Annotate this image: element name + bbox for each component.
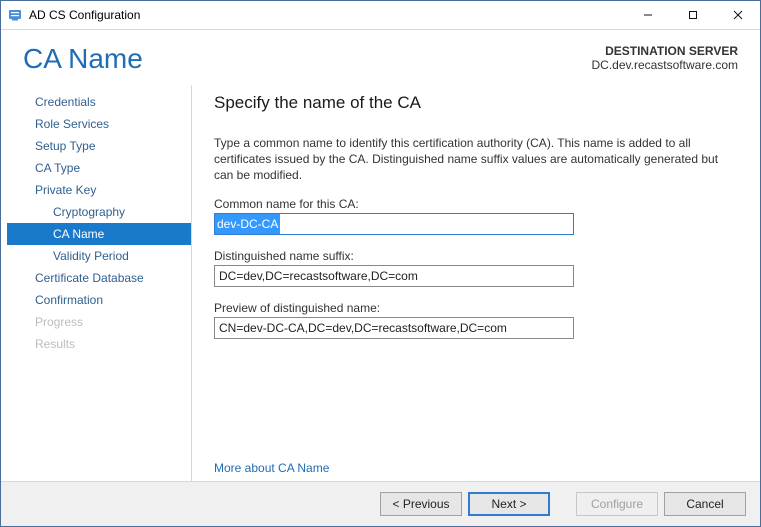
common-name-label: Common name for this CA: [214,197,738,211]
sidebar: CredentialsRole ServicesSetup TypeCA Typ… [7,85,192,481]
sidebar-item-credentials[interactable]: Credentials [7,91,191,113]
more-about-link[interactable]: More about CA Name [214,461,738,475]
cancel-button[interactable]: Cancel [664,492,746,516]
titlebar: AD CS Configuration [1,1,760,30]
body: CredentialsRole ServicesSetup TypeCA Typ… [1,79,760,481]
dn-suffix-input[interactable] [214,265,574,287]
previous-button[interactable]: < Previous [380,492,462,516]
sidebar-item-certificate-database[interactable]: Certificate Database [7,267,191,289]
main-panel: Specify the name of the CA Type a common… [192,85,760,481]
configure-button[interactable]: Configure [576,492,658,516]
description-text: Type a common name to identify this cert… [214,135,734,184]
footer: < Previous Next > Configure Cancel [1,481,760,526]
sidebar-item-role-services[interactable]: Role Services [7,113,191,135]
dn-suffix-label: Distinguished name suffix: [214,249,738,263]
minimize-button[interactable] [625,1,670,29]
destination-server-label: DESTINATION SERVER [592,44,739,58]
next-button[interactable]: Next > [468,492,550,516]
sidebar-item-validity-period[interactable]: Validity Period [7,245,191,267]
app-icon [7,7,23,23]
close-button[interactable] [715,1,760,29]
window-title: AD CS Configuration [29,8,140,22]
sidebar-item-ca-type[interactable]: CA Type [7,157,191,179]
header: CA Name DESTINATION SERVER DC.dev.recast… [1,30,760,79]
sidebar-item-results: Results [7,333,191,355]
sidebar-item-progress: Progress [7,311,191,333]
sidebar-item-cryptography[interactable]: Cryptography [7,201,191,223]
common-name-input[interactable]: dev-DC-CA [214,213,574,235]
maximize-button[interactable] [670,1,715,29]
destination-server-value: DC.dev.recastsoftware.com [592,58,739,72]
section-title: Specify the name of the CA [214,93,738,113]
preview-label: Preview of distinguished name: [214,301,738,315]
sidebar-item-private-key[interactable]: Private Key [7,179,191,201]
sidebar-item-setup-type[interactable]: Setup Type [7,135,191,157]
destination-server: DESTINATION SERVER DC.dev.recastsoftware… [592,44,739,72]
window: AD CS Configuration CA Name DESTINATION … [0,0,761,527]
page-title: CA Name [23,44,592,75]
sidebar-item-confirmation[interactable]: Confirmation [7,289,191,311]
common-name-value: dev-DC-CA [215,214,280,234]
preview-input[interactable] [214,317,574,339]
sidebar-item-ca-name[interactable]: CA Name [7,223,191,245]
